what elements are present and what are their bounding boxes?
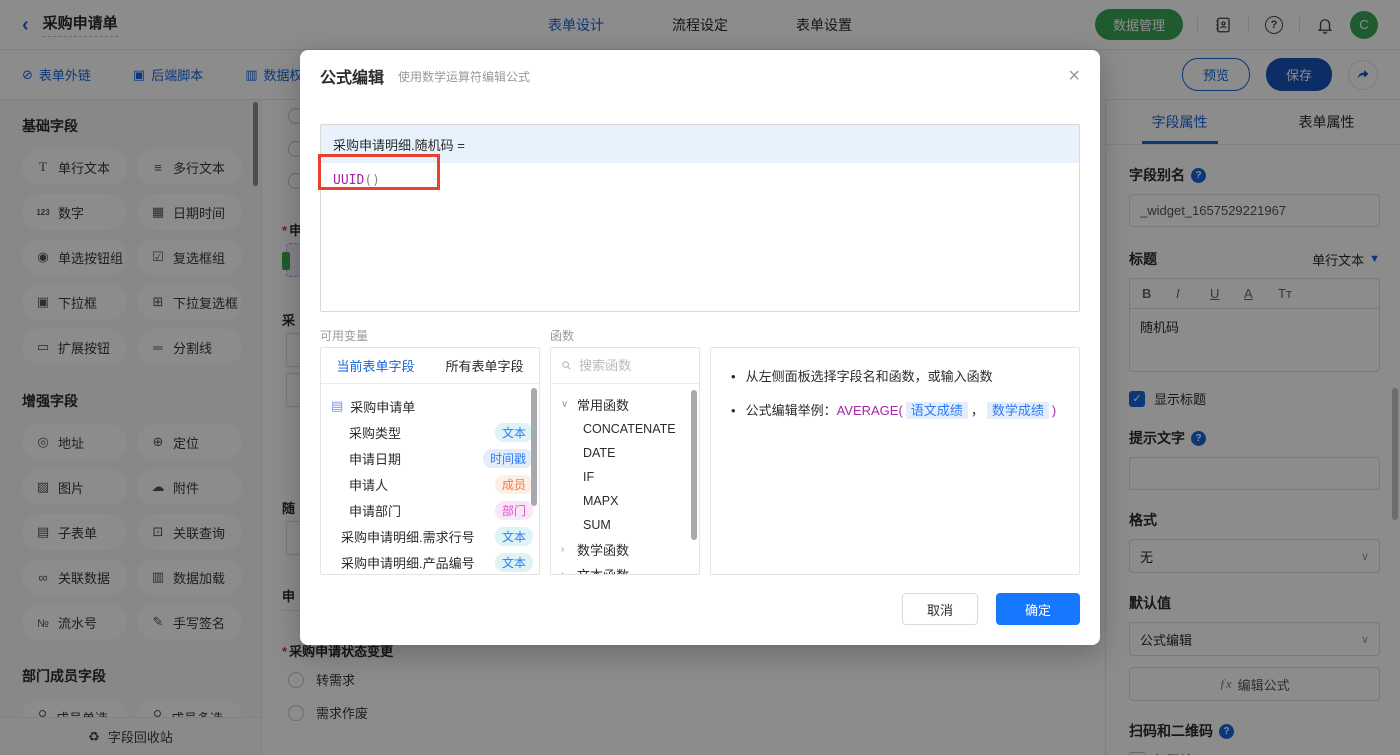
tips-panel: • 从左侧面板选择字段名和函数，或输入函数 • 公式编辑举例：AVERAGE(语文成… — [710, 347, 1080, 575]
function-item[interactable]: CONCATENATE — [561, 417, 695, 441]
form-icon: ▤ — [331, 398, 344, 413]
functions-tree: ∨ 常用函数 CONCATENATE DATE IF MAPX SUM › 数学函数… — [551, 384, 699, 575]
example-chip: 数学成绩 — [986, 402, 1049, 419]
function-item[interactable]: SUM — [561, 513, 695, 537]
formula-function: UUID — [333, 173, 365, 188]
type-badge: 部门 — [494, 500, 533, 520]
type-badge: 成员 — [494, 474, 533, 494]
variable-row[interactable]: 采购申请明细.产品编号 文本 — [331, 549, 533, 574]
function-item[interactable]: MAPX — [561, 489, 695, 513]
chevron-right-icon: › — [561, 569, 565, 575]
formula-parens: () — [364, 173, 380, 188]
variables-tree: ▤ 采购申请单 采购类型 文本 申请日期 时间戳 申请人 成员 申请部门 部门 采购申请明… — [321, 384, 539, 574]
type-badge: 文本 — [494, 552, 533, 572]
variables-panel: 当前表单字段 所有表单字段 ▤ 采购申请单 采购类型 文本 申请日期 时间戳 申请人成… — [320, 347, 540, 575]
modal-title: 公式编辑 — [320, 70, 385, 87]
formula-editor-modal: 公式编辑 使用数学运算符编辑公式 × 采购申请明细.随机码 = UUID() 可… — [300, 50, 1100, 645]
modal-subtitle: 使用数学运算符编辑公式 — [398, 69, 531, 84]
type-badge: 文本 — [494, 526, 533, 546]
cancel-button[interactable]: 取消 — [902, 593, 978, 625]
variable-row[interactable]: 申请日期 时间戳 — [331, 445, 533, 471]
variable-row[interactable]: 采购类型 文本 — [331, 419, 533, 445]
function-group-common[interactable]: ∨ 常用函数 — [561, 392, 695, 417]
app-root: ‹ 采购申请单 表单设计 流程设定 表单设置 数据管理 ? C ⊘ 表单外链 ▣ 后… — [0, 0, 1400, 755]
tip-line-1: • 从左侧面板选择字段名和函数，或输入函数 — [731, 366, 1059, 387]
tab-current-form-fields[interactable]: 当前表单字段 — [321, 348, 430, 383]
functions-panel: ∨常用函数 CONCATENATE DATE IF MAPX SUM ›数学函数… — [550, 347, 700, 575]
function-search[interactable] — [551, 348, 699, 384]
functions-scrollbar[interactable] — [691, 390, 697, 540]
form-node[interactable]: ▤ 采购申请单 — [331, 393, 533, 419]
search-icon — [562, 361, 571, 370]
variable-row[interactable]: 采购申请明细.需求行号 文本 — [331, 523, 533, 549]
variables-tabs: 当前表单字段 所有表单字段 — [321, 348, 539, 384]
formula-code-area[interactable]: UUID() — [321, 163, 1079, 311]
close-icon[interactable]: × — [1068, 66, 1080, 86]
modal-footer: 取消 确定 — [902, 593, 1080, 625]
function-group-math[interactable]: › 数学函数 — [561, 537, 695, 562]
variable-row[interactable]: 申请人 成员 — [331, 471, 533, 497]
type-badge: 文本 — [494, 422, 533, 442]
function-search-input[interactable] — [579, 358, 689, 373]
variables-scrollbar[interactable] — [531, 388, 537, 506]
chevron-right-icon: › — [561, 544, 565, 555]
chevron-down-icon: ∨ — [561, 399, 569, 410]
example-chip: 语文成绩 — [905, 402, 968, 419]
modal-header: 公式编辑 使用数学运算符编辑公式 × — [300, 50, 1100, 102]
formula-target: 采购申请明细.随机码 = — [321, 125, 1079, 163]
function-item[interactable]: DATE — [561, 441, 695, 465]
bullet-icon: • — [731, 403, 736, 418]
confirm-button[interactable]: 确定 — [996, 593, 1080, 625]
tab-all-form-fields[interactable]: 所有表单字段 — [430, 348, 539, 383]
function-item[interactable]: IF — [561, 465, 695, 489]
type-badge: 时间戳 — [482, 448, 533, 468]
bullet-icon: • — [731, 369, 736, 384]
functions-label: 函数 — [550, 329, 575, 343]
function-group-text[interactable]: ›文本函数 — [561, 562, 695, 575]
variables-label: 可用变量 — [320, 329, 369, 343]
variable-row[interactable]: 申请部门 部门 — [331, 497, 533, 523]
formula-editor: 采购申请明细.随机码 = UUID() — [320, 124, 1080, 312]
tip-line-2: • 公式编辑举例：AVERAGE(语文成绩，数学成绩) — [731, 400, 1059, 421]
